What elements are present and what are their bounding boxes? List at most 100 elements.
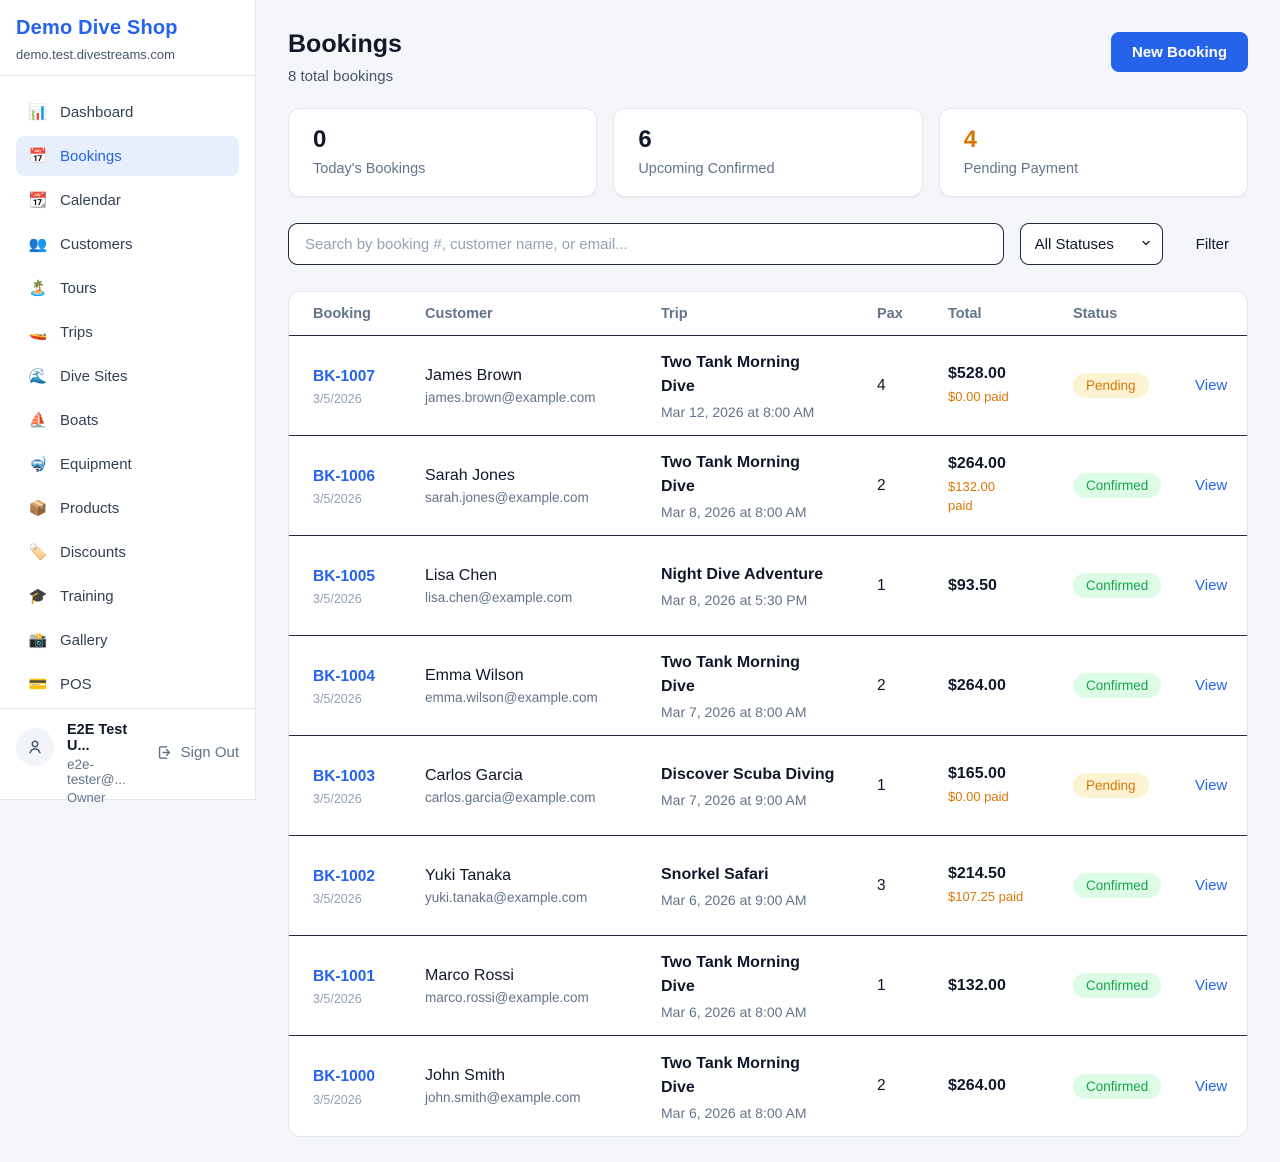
page-subtitle: 8 total bookings (288, 68, 402, 85)
sidebar-item-label: Bookings (60, 148, 122, 165)
pax-value: 2 (877, 477, 948, 495)
sidebar-item-equipment[interactable]: 🤿Equipment (16, 444, 239, 484)
trip-cell: Night Dive AdventureMar 8, 2026 at 5:30 … (661, 563, 877, 608)
trip-cell: Two Tank Morning Dive Mar 12, 2026 at 8:0… (661, 351, 877, 420)
dive-sites-icon: 🌊 (28, 367, 48, 385)
view-link[interactable]: View (1195, 977, 1247, 994)
column-header-trip: Trip (661, 306, 877, 322)
trip-name: Night Dive Adventure (661, 563, 836, 587)
bookings-icon: 📅 (28, 147, 48, 165)
booking-id-link[interactable]: BK-1006 (313, 468, 375, 485)
brand-block: Demo Dive Shop demo.test.divestreams.com (0, 0, 255, 76)
view-link[interactable]: View (1195, 777, 1247, 794)
sidebar-item-dashboard[interactable]: 📊Dashboard (16, 92, 239, 132)
sidebar-item-label: Tours (60, 280, 97, 297)
trip-name: Two Tank Morning Dive (661, 351, 836, 399)
booking-id-link[interactable]: BK-1001 (313, 968, 375, 985)
customer-cell: Carlos Garciacarlos.garcia@example.com (425, 767, 661, 805)
booking-id-link[interactable]: BK-1005 (313, 568, 375, 585)
booking-date: 3/5/2026 (313, 692, 425, 706)
view-link[interactable]: View (1195, 377, 1247, 394)
sidebar-item-gallery[interactable]: 📸Gallery (16, 620, 239, 660)
person-icon (26, 738, 44, 756)
trip-datetime: Mar 12, 2026 at 8:00 AM (661, 404, 877, 420)
booking-id-link[interactable]: BK-1004 (313, 668, 375, 685)
view-link[interactable]: View (1195, 577, 1247, 594)
sidebar-item-label: Training (60, 588, 114, 605)
booking-id-link[interactable]: BK-1007 (313, 368, 375, 385)
sidebar-item-tours[interactable]: 🏝️Tours (16, 268, 239, 308)
bookings-table: Booking Customer Trip Pax Total Status B… (288, 291, 1248, 1137)
booking-id-link[interactable]: BK-1002 (313, 868, 375, 885)
view-link[interactable]: View (1195, 677, 1247, 694)
total-amount: $264.00 (948, 677, 1073, 695)
user-name: E2E Test U... (67, 722, 143, 754)
total-cell: $93.50 (948, 577, 1073, 595)
column-header-status: Status (1073, 306, 1195, 322)
sidebar-item-label: Customers (60, 236, 133, 253)
booking-cell: BK-10053/5/2026 (313, 565, 425, 606)
total-amount: $264.00 (948, 1077, 1073, 1095)
total-cell: $165.00$0.00 paid (948, 765, 1073, 807)
total-amount: $214.50 (948, 865, 1073, 883)
paid-amount: $132.00 paid (948, 478, 1010, 516)
avatar (16, 728, 54, 766)
equipment-icon: 🤿 (28, 455, 48, 473)
table-row: BK-10033/5/2026Carlos Garciacarlos.garci… (289, 736, 1247, 836)
new-booking-button[interactable]: New Booking (1111, 32, 1248, 72)
pax-value: 3 (877, 877, 948, 895)
sidebar-item-products[interactable]: 📦Products (16, 488, 239, 528)
total-cell: $264.00 (948, 677, 1073, 695)
filter-button[interactable]: Filter (1196, 236, 1229, 253)
stat-label: Pending Payment (964, 161, 1223, 177)
booking-date: 3/5/2026 (313, 492, 425, 506)
sidebar-item-label: Dashboard (60, 104, 133, 121)
sidebar-item-boats[interactable]: ⛵Boats (16, 400, 239, 440)
total-cell: $264.00$132.00 paid (948, 455, 1073, 516)
sidebar-item-pos[interactable]: 💳POS (16, 664, 239, 704)
total-amount: $132.00 (948, 977, 1073, 995)
sidebar-item-dive-sites[interactable]: 🌊Dive Sites (16, 356, 239, 396)
search-input[interactable] (288, 223, 1004, 265)
trip-cell: Discover Scuba DivingMar 7, 2026 at 9:00… (661, 763, 877, 808)
paid-amount: $0.00 paid (948, 788, 1073, 807)
sidebar-item-calendar[interactable]: 📆Calendar (16, 180, 239, 220)
view-link[interactable]: View (1195, 877, 1247, 894)
status-select[interactable]: All Statuses (1020, 223, 1163, 265)
booking-cell: BK-10013/5/2026 (313, 965, 425, 1006)
total-cell: $528.00$0.00 paid (948, 365, 1073, 407)
trip-datetime: Mar 6, 2026 at 9:00 AM (661, 892, 877, 908)
sidebar: Demo Dive Shop demo.test.divestreams.com… (0, 0, 256, 800)
sidebar-item-customers[interactable]: 👥 Customers (16, 224, 239, 264)
view-link[interactable]: View (1195, 1078, 1247, 1095)
stat-card-upcoming-confirmed: 6 Upcoming Confirmed (613, 108, 922, 197)
products-icon: 📦 (28, 499, 48, 517)
total-amount: $528.00 (948, 365, 1073, 383)
sidebar-item-trips[interactable]: 🚤Trips (16, 312, 239, 352)
customer-email: james.brown@example.com (425, 390, 661, 405)
sign-out-button[interactable]: Sign Out (156, 744, 239, 761)
status-badge: Confirmed (1073, 673, 1161, 698)
customers-icon: 👥 (28, 235, 48, 253)
sidebar-item-label: Discounts (60, 544, 126, 561)
booking-date: 3/5/2026 (313, 1093, 425, 1107)
trip-datetime: Mar 7, 2026 at 9:00 AM (661, 792, 877, 808)
customer-name: Emma Wilson (425, 667, 661, 685)
sidebar-item-discounts[interactable]: 🏷️Discounts (16, 532, 239, 572)
status-cell: Pending (1073, 773, 1195, 798)
booking-id-link[interactable]: BK-1000 (313, 1068, 375, 1085)
view-link[interactable]: View (1195, 477, 1247, 494)
sidebar-item-bookings[interactable]: 📅 Bookings (16, 136, 239, 176)
booking-date: 3/5/2026 (313, 392, 425, 406)
total-amount: $93.50 (948, 577, 1073, 595)
sidebar-item-label: Gallery (60, 632, 108, 649)
booking-id-link[interactable]: BK-1003 (313, 768, 375, 785)
status-cell: Confirmed (1073, 1074, 1195, 1099)
booking-cell: BK-1004 3/5/2026 (313, 665, 425, 706)
customer-name: Marco Rossi (425, 967, 661, 985)
trip-name: Snorkel Safari (661, 863, 836, 887)
status-cell: Confirmed (1073, 673, 1195, 698)
status-badge: Confirmed (1073, 973, 1161, 998)
customer-cell: James Brownjames.brown@example.com (425, 367, 661, 405)
sidebar-item-training[interactable]: 🎓Training (16, 576, 239, 616)
